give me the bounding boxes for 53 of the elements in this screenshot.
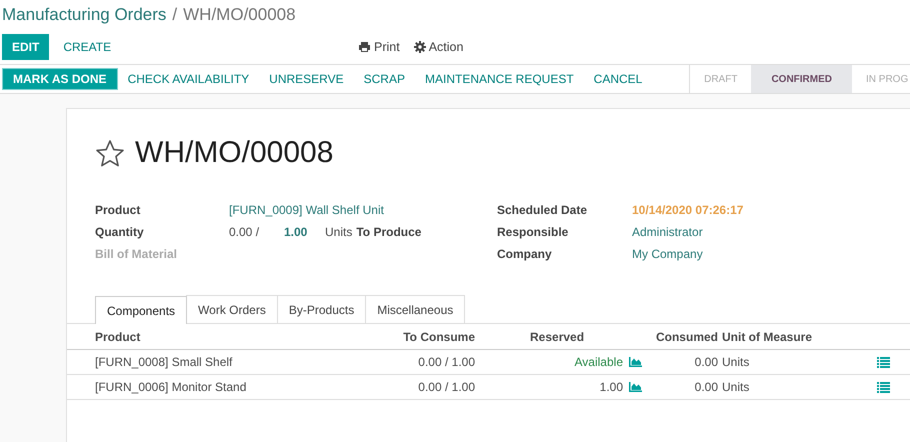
table-cell-text: [FURN_0008] Small Shelf bbox=[95, 355, 234, 369]
table-cell-text: 0.00 bbox=[694, 380, 719, 394]
unit-label: Units bbox=[325, 225, 352, 239]
area-chart-icon[interactable] bbox=[629, 382, 642, 392]
breadcrumb-current: WH/MO/00008 bbox=[183, 5, 296, 25]
field-label: Company bbox=[497, 247, 553, 261]
notebook-tab[interactable]: Components bbox=[95, 296, 188, 324]
quantity-done: 0.00 / bbox=[229, 225, 260, 239]
table-cell-text: 0.00 bbox=[694, 355, 719, 369]
create-button[interactable]: CREATE bbox=[53, 34, 122, 60]
field-label: Product bbox=[95, 203, 142, 217]
edit-button[interactable]: EDIT bbox=[2, 34, 50, 60]
action-link-button[interactable]: UNRESERVE bbox=[259, 68, 354, 90]
field-value-link[interactable]: [FURN_0009] Wall Shelf Unit bbox=[229, 203, 384, 217]
list-icon[interactable] bbox=[877, 382, 890, 392]
action-link-button[interactable]: MAINTENANCE REQUEST bbox=[414, 68, 584, 90]
table-cell-text: 0.00 / 1.00 bbox=[417, 380, 475, 394]
table-cell: Available bbox=[574, 355, 623, 369]
star-icon[interactable] bbox=[95, 138, 125, 168]
field-label: Scheduled Date bbox=[497, 203, 588, 217]
field-label: Bill of Material bbox=[95, 247, 178, 261]
field-value-link[interactable]: My Company bbox=[632, 247, 703, 261]
mark-done-button[interactable]: MARK AS DONE bbox=[2, 68, 118, 90]
print-button[interactable]: Print bbox=[358, 40, 400, 54]
column-header[interactable]: Unit of Measure bbox=[722, 330, 877, 344]
field-label: Responsible bbox=[497, 225, 570, 239]
column-header[interactable]: To Consume bbox=[365, 330, 475, 344]
field-value: 10/14/2020 07:26:17 bbox=[632, 203, 744, 217]
notebook-tab[interactable]: Miscellaneous bbox=[365, 295, 466, 323]
breadcrumb-separator: / bbox=[172, 5, 178, 25]
action-link-button[interactable]: CANCEL bbox=[584, 68, 652, 90]
table-cell-text: 0.00 / 1.00 bbox=[417, 355, 475, 369]
status-stage[interactable]: CONFIRMED bbox=[751, 65, 852, 93]
breadcrumb-link[interactable]: Manufacturing Orders bbox=[2, 5, 166, 25]
action-button[interactable]: Action bbox=[414, 40, 464, 54]
quantity-value: 1.00 bbox=[284, 225, 308, 239]
print-icon bbox=[358, 41, 371, 53]
action-link-button[interactable]: CHECK AVAILABILITY bbox=[118, 68, 260, 90]
table-cell: 1.00 bbox=[600, 380, 623, 394]
table-cell-text: [FURN_0006] Monitor Stand bbox=[95, 380, 248, 394]
action-link-button[interactable]: SCRAP bbox=[354, 68, 415, 90]
settings-icon bbox=[414, 41, 426, 53]
table-cell-text: Units bbox=[722, 380, 750, 394]
table-cell-text: Units bbox=[722, 355, 750, 369]
list-icon[interactable] bbox=[877, 356, 890, 368]
to-produce-label: To Produce bbox=[356, 225, 422, 239]
column-header[interactable]: Consumed bbox=[642, 330, 722, 344]
area-chart-icon[interactable] bbox=[629, 357, 642, 367]
field-label: Quantity bbox=[95, 225, 145, 239]
record-title: WH/MO/00008 bbox=[135, 136, 334, 170]
column-header[interactable]: Reserved bbox=[475, 330, 642, 344]
column-header[interactable]: Product bbox=[95, 330, 365, 344]
field-value-link[interactable]: Administrator bbox=[632, 225, 703, 239]
